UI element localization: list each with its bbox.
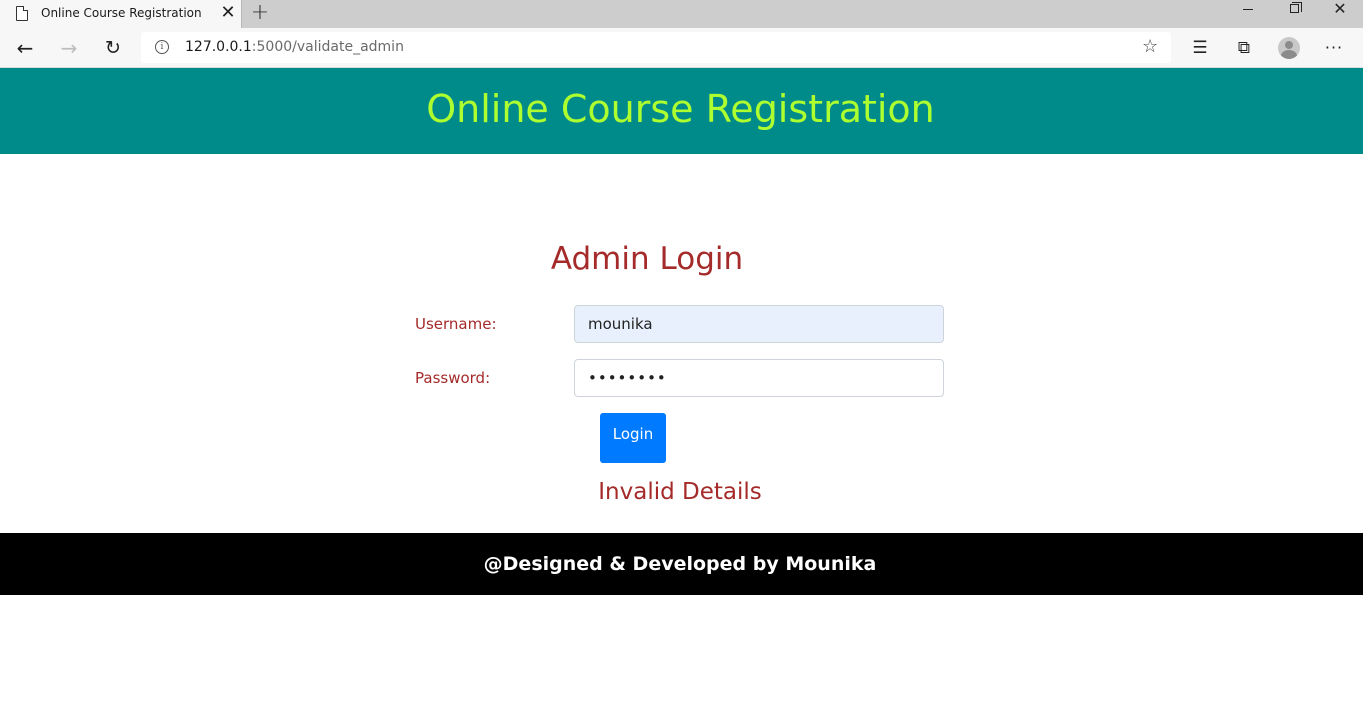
close-window-icon[interactable]: ✕ (1317, 0, 1363, 20)
restore-icon[interactable] (1271, 0, 1317, 20)
address-bar[interactable]: i 127.0.0.1:5000/validate_admin ☆ (141, 32, 1171, 63)
favorite-star-icon[interactable]: ☆ (1142, 36, 1158, 57)
favorites-icon[interactable]: ☰ (1187, 35, 1213, 61)
new-tab-icon[interactable]: + (249, 0, 271, 26)
username-input[interactable] (574, 305, 944, 343)
site-footer: @Designed & Developed by Mounika (0, 533, 1363, 595)
footer-credit: @Designed & Developed by Mounika (483, 553, 877, 575)
login-button[interactable]: Login (600, 413, 666, 463)
more-options-icon[interactable]: ··· (1321, 35, 1347, 61)
back-arrow-icon[interactable]: ← (11, 34, 39, 62)
minimize-icon[interactable] (1225, 0, 1271, 20)
page-icon (16, 5, 29, 21)
browser-tabstrip: Online Course Registration ✕ + ✕ (0, 0, 1363, 28)
info-icon[interactable]: i (155, 40, 169, 54)
login-heading: Admin Login (550, 241, 744, 277)
url-path: :5000/validate_admin (251, 39, 404, 55)
site-header: Online Course Registration (0, 68, 1363, 154)
password-input[interactable] (574, 359, 944, 397)
site-title: Online Course Registration (426, 87, 935, 131)
collections-icon[interactable]: ⧉ (1231, 35, 1257, 61)
browser-tab[interactable]: Online Course Registration ✕ (0, 0, 242, 28)
profile-avatar-icon[interactable] (1278, 37, 1300, 59)
refresh-icon[interactable]: ↻ (99, 34, 127, 62)
password-label: Password: (415, 369, 491, 387)
close-tab-icon[interactable]: ✕ (219, 3, 237, 23)
tab-title: Online Course Registration (41, 6, 202, 20)
url-host: 127.0.0.1 (185, 39, 252, 55)
url-text[interactable]: 127.0.0.1:5000/validate_admin (185, 39, 404, 55)
forward-arrow-icon[interactable]: → (55, 34, 83, 62)
browser-toolbar: ← → ↻ i 127.0.0.1:5000/validate_admin ☆ … (0, 28, 1363, 68)
username-label: Username: (415, 315, 497, 333)
error-message: Invalid Details (598, 479, 762, 505)
